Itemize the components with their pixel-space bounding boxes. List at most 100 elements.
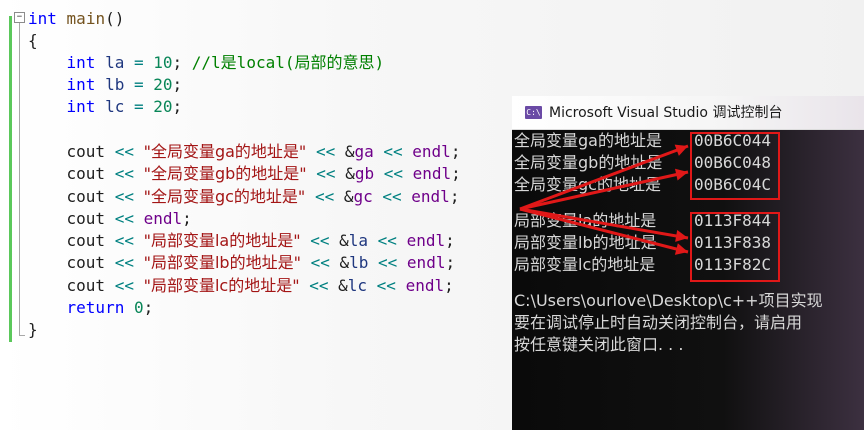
code-line[interactable]: cout << "局部变量la的地址是" << &la << endl; bbox=[28, 230, 455, 252]
code-token: endl bbox=[412, 164, 452, 183]
code-token: << bbox=[316, 164, 336, 183]
console-line-text: 全局变量ga的地址是 bbox=[514, 131, 662, 150]
code-token: int bbox=[28, 9, 57, 28]
code-token: endl bbox=[412, 142, 451, 161]
console-line: 要在调试停止时自动关闭控制台，请启用 bbox=[514, 312, 802, 334]
code-line[interactable]: cout << "全局变量ga的地址是" << &ga << endl; bbox=[28, 141, 461, 163]
console-line-text: 全局变量gc的地址是 bbox=[514, 175, 661, 194]
code-token: { bbox=[28, 31, 38, 50]
code-line[interactable]: cout << "局部变量lb的地址是" << &lb << endl; bbox=[28, 252, 456, 274]
console-line-text: 要在调试停止时自动关闭控制台，请启用 bbox=[514, 313, 803, 332]
code-line[interactable]: cout << "全局变量gc的地址是" << &gc << endl; bbox=[28, 186, 460, 208]
code-line[interactable]: cout << "局部变量lc的地址是" << &lc << endl; bbox=[28, 275, 454, 297]
code-token: << bbox=[315, 142, 336, 161]
code-token: cout bbox=[28, 142, 115, 161]
code-line[interactable]: } bbox=[28, 319, 38, 341]
code-token: cout bbox=[28, 164, 115, 183]
collapse-toggle-icon[interactable]: − bbox=[14, 12, 25, 23]
local-address-highlight bbox=[690, 212, 780, 282]
console-title: Microsoft Visual Studio 调试控制台 bbox=[549, 105, 783, 121]
code-token: ; bbox=[172, 53, 192, 72]
console-line: 全局变量ga的地址是 00B6C044 bbox=[514, 130, 771, 152]
code-line[interactable]: int la = 10; //l是local(局部的意思) bbox=[28, 52, 385, 74]
code-token: & bbox=[329, 253, 350, 272]
code-token: () bbox=[105, 9, 125, 28]
code-line[interactable]: cout << endl; bbox=[28, 208, 192, 230]
code-token: << bbox=[310, 231, 330, 250]
code-token: ; bbox=[172, 97, 183, 116]
console-titlebar[interactable]: C:\ Microsoft Visual Studio 调试控制台 bbox=[512, 96, 864, 130]
console-line: 全局变量gb的地址是 00B6C048 bbox=[514, 152, 771, 174]
code-token: << bbox=[114, 164, 134, 183]
code-token: ; bbox=[143, 298, 154, 317]
code-token: ; bbox=[449, 187, 460, 206]
editor-margin bbox=[0, 0, 8, 430]
code-token: "全局变量ga的地址是" bbox=[143, 142, 307, 161]
global-address-highlight bbox=[690, 132, 780, 200]
console-line: 局部变量lb的地址是 0113F838 bbox=[514, 232, 771, 254]
code-token: << bbox=[383, 142, 403, 161]
code-token: 20 bbox=[153, 75, 173, 94]
code-token: endl bbox=[411, 187, 450, 206]
code-token: cout bbox=[28, 253, 115, 272]
console-line: 局部变量lc的地址是 0113F82C bbox=[514, 254, 771, 276]
code-token: int bbox=[66, 75, 96, 94]
code-line[interactable]: int lb = 20; bbox=[28, 74, 183, 96]
code-token: ; bbox=[445, 253, 456, 272]
code-token: & bbox=[335, 164, 355, 183]
code-token: cout bbox=[28, 276, 115, 295]
code-token: 20 bbox=[153, 97, 173, 116]
console-output[interactable]: 全局变量ga的地址是 00B6C044 全局变量gb的地址是 00B6C048 全局变量… bbox=[512, 130, 864, 430]
code-token: int bbox=[66, 53, 96, 72]
code-token: //l是local(局部的意思) bbox=[191, 53, 385, 72]
code-token: << bbox=[114, 231, 134, 250]
code-token: "局部变量la的地址是" bbox=[143, 231, 301, 250]
code-token: 0 bbox=[133, 298, 144, 317]
code-token: ; bbox=[445, 231, 455, 250]
code-token: << bbox=[377, 231, 397, 250]
code-token: << bbox=[114, 209, 134, 228]
code-token: endl bbox=[143, 209, 183, 228]
code-line[interactable]: { bbox=[28, 30, 38, 52]
debug-console-window[interactable]: C:\ Microsoft Visual Studio 调试控制台 全局变量ga… bbox=[512, 96, 864, 430]
code-line[interactable]: return 0; bbox=[28, 297, 154, 319]
code-token: cout bbox=[28, 209, 115, 228]
code-token: cout bbox=[28, 187, 115, 206]
code-line[interactable]: int lc = 20; bbox=[28, 96, 183, 118]
code-token: return bbox=[66, 298, 125, 317]
console-line-text: C:\Users\ourlove\Desktop\c++项目实现 bbox=[514, 291, 823, 310]
code-line[interactable]: int main() bbox=[28, 8, 124, 30]
console-line-text: 局部变量la的地址是 bbox=[514, 211, 657, 230]
code-token: ; bbox=[450, 142, 461, 161]
code-token: 10 bbox=[153, 53, 173, 72]
console-line: C:\Users\ourlove\Desktop\c++项目实现 bbox=[514, 290, 823, 312]
code-token: << bbox=[383, 164, 403, 183]
code-token: = bbox=[124, 53, 154, 72]
code-token: ; bbox=[451, 164, 461, 183]
code-token: ; bbox=[444, 276, 454, 295]
code-line[interactable]: cout << "全局变量gb的地址是" << &gb << endl; bbox=[28, 163, 461, 185]
code-token: cout bbox=[28, 231, 115, 250]
code-token: << bbox=[376, 276, 396, 295]
code-token: } bbox=[28, 320, 38, 339]
code-token: << bbox=[310, 253, 330, 272]
code-token: "全局变量gb的地址是" bbox=[143, 164, 307, 183]
console-line-text: 按任意键关闭此窗口. . . bbox=[514, 335, 684, 354]
